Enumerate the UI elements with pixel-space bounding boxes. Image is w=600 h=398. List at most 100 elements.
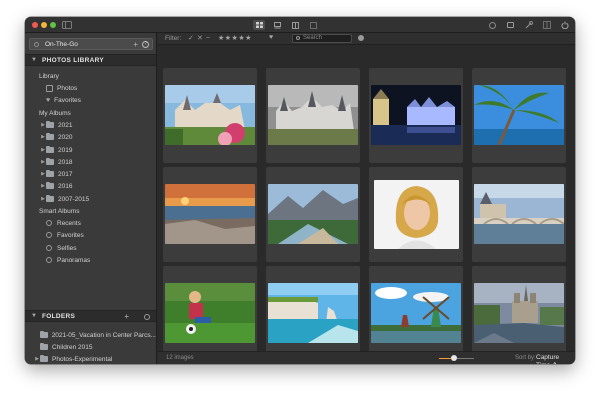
photo-cell[interactable] [163, 167, 257, 262]
sort-label: Sort by: [515, 355, 536, 361]
smart-albums-label: Smart Albums [25, 205, 156, 217]
photo-cell[interactable] [369, 167, 463, 262]
minimize-window-button[interactable] [41, 22, 47, 28]
sidebar-item-favorites[interactable]: ♥ Favorites [25, 94, 156, 106]
photo-cell[interactable] [163, 68, 257, 163]
side-by-side-view-icon [291, 21, 299, 29]
album-item[interactable]: ▶ 2007-2015 [25, 193, 156, 205]
photo-cell[interactable] [369, 266, 463, 361]
sidebar-item-photos[interactable]: Photos [25, 82, 156, 94]
single-view-button[interactable] [307, 20, 319, 30]
add-folder-icon[interactable]: + [124, 312, 129, 321]
search-icon [296, 36, 300, 40]
smart-album-label: Selfies [57, 244, 77, 252]
help-icon[interactable]: ? [142, 41, 149, 48]
thumbnail-size-handle[interactable] [451, 355, 457, 361]
smart-album-item[interactable]: Favorites [25, 229, 156, 241]
grid-view-button[interactable] [253, 20, 265, 30]
filter-label: Filter: [165, 35, 182, 42]
sidebar: On-The-Go + ? ▼ PHOTOS LIBRARY Library P… [25, 33, 157, 364]
photo-cell[interactable] [266, 266, 360, 361]
smart-albums-label-text: Smart Albums [39, 207, 80, 215]
smart-album-label: Recents [57, 219, 81, 227]
photo-cell[interactable] [472, 167, 566, 262]
smart-album-label: Favorites [57, 231, 84, 239]
album-label: 2018 [58, 158, 73, 166]
photo-palm-tree [474, 85, 564, 145]
smart-album-icon [46, 257, 52, 263]
folders-header[interactable]: ▼ FOLDERS + [25, 310, 156, 322]
filter-rating-stars[interactable]: ★★★★★ [218, 34, 252, 42]
smart-album-item[interactable]: Selfies [25, 242, 156, 254]
filter-rejected-button[interactable]: ✕ [197, 34, 203, 42]
library-label: Library [25, 70, 156, 82]
filmstrip-view-button[interactable] [271, 20, 283, 30]
smart-album-icon [46, 220, 52, 226]
tools-button[interactable] [524, 20, 533, 30]
album-label: 2019 [58, 146, 73, 154]
project-selector[interactable]: On-The-Go + ? [29, 38, 153, 50]
folder-item[interactable]: Children 2015 [25, 341, 156, 353]
folder-label: Photos-Experimental [52, 355, 113, 363]
album-item[interactable]: ▶ 2016 [25, 180, 156, 192]
album-item[interactable]: ▶ 2019 [25, 144, 156, 156]
album-item[interactable]: ▶ 2017 [25, 168, 156, 180]
photo-cell[interactable] [472, 68, 566, 163]
photo-cell[interactable] [266, 167, 360, 262]
photo-cell[interactable] [369, 68, 463, 163]
add-project-icon[interactable]: + [133, 40, 138, 49]
album-label: 2020 [58, 133, 73, 141]
power-icon [561, 21, 568, 29]
folder-item[interactable]: 2021-05_Vacation in Center Parcs... [25, 329, 156, 341]
filter-picked-button[interactable]: ✓ [188, 34, 194, 42]
my-albums-label: My Albums [25, 107, 156, 119]
remove-folder-icon[interactable] [144, 314, 150, 320]
folder-icon [46, 170, 54, 177]
filter-favorite-button[interactable]: ♥ [269, 34, 273, 41]
smart-album-icon [46, 245, 52, 251]
filter-bar: Filter: ✓ ✕ – ★★★★★ ♥ Search [158, 33, 575, 45]
photos-library-header[interactable]: ▼ PHOTOS LIBRARY [25, 54, 156, 66]
album-item[interactable]: ▶ 2018 [25, 156, 156, 168]
layout-button[interactable] [542, 20, 551, 30]
chevron-down-icon[interactable]: ▼ [31, 57, 37, 63]
chevron-down-icon[interactable]: ▼ [31, 313, 37, 319]
folder-icon [46, 133, 54, 140]
folder-icon [46, 158, 54, 165]
photo-chateau-cloudy [268, 85, 358, 145]
grid-view-icon [255, 22, 263, 28]
smart-album-item[interactable]: Panoramas [25, 254, 156, 266]
search-input[interactable]: Search [292, 34, 352, 43]
folder-item[interactable]: ▶ Photos-Experimental [25, 353, 156, 364]
folder-icon [40, 343, 48, 350]
photo-bridge-chateau [474, 184, 564, 244]
sidebar-toggle-icon[interactable] [62, 21, 72, 29]
album-item[interactable]: ▶ 2020 [25, 131, 156, 143]
smart-album-item[interactable]: Recents [25, 217, 156, 229]
clear-filter-icon[interactable] [358, 35, 364, 41]
folder-icon [40, 355, 48, 362]
adjust-button[interactable] [506, 20, 515, 30]
folders-title: FOLDERS [42, 313, 76, 320]
info-button[interactable] [488, 20, 497, 30]
filter-unflagged-button[interactable]: – [206, 34, 210, 41]
app-window: On-The-Go + ? ▼ PHOTOS LIBRARY Library P… [25, 17, 575, 364]
close-window-button[interactable] [32, 22, 38, 28]
photo-cell[interactable] [472, 266, 566, 361]
power-button[interactable] [560, 20, 569, 30]
project-status-icon [34, 42, 39, 47]
photo-child-soccer [165, 283, 255, 343]
folder-icon [46, 121, 54, 128]
status-bar: 12 images Sort by: Capture Time ⇕ [158, 351, 575, 364]
photo-cell[interactable] [266, 68, 360, 163]
zoom-window-button[interactable] [50, 22, 56, 28]
folder-icon [46, 195, 54, 202]
sort-select[interactable]: Capture Time ⇕ [536, 354, 575, 364]
photo-cell[interactable] [163, 266, 257, 361]
side-by-side-view-button[interactable] [289, 20, 301, 30]
heart-icon: ♥ [46, 96, 51, 104]
library-label-text: Library [39, 72, 59, 80]
album-item[interactable]: ▶ 2021 [25, 119, 156, 131]
photo-cliff-bay [268, 283, 358, 343]
layout-icon [542, 21, 551, 29]
